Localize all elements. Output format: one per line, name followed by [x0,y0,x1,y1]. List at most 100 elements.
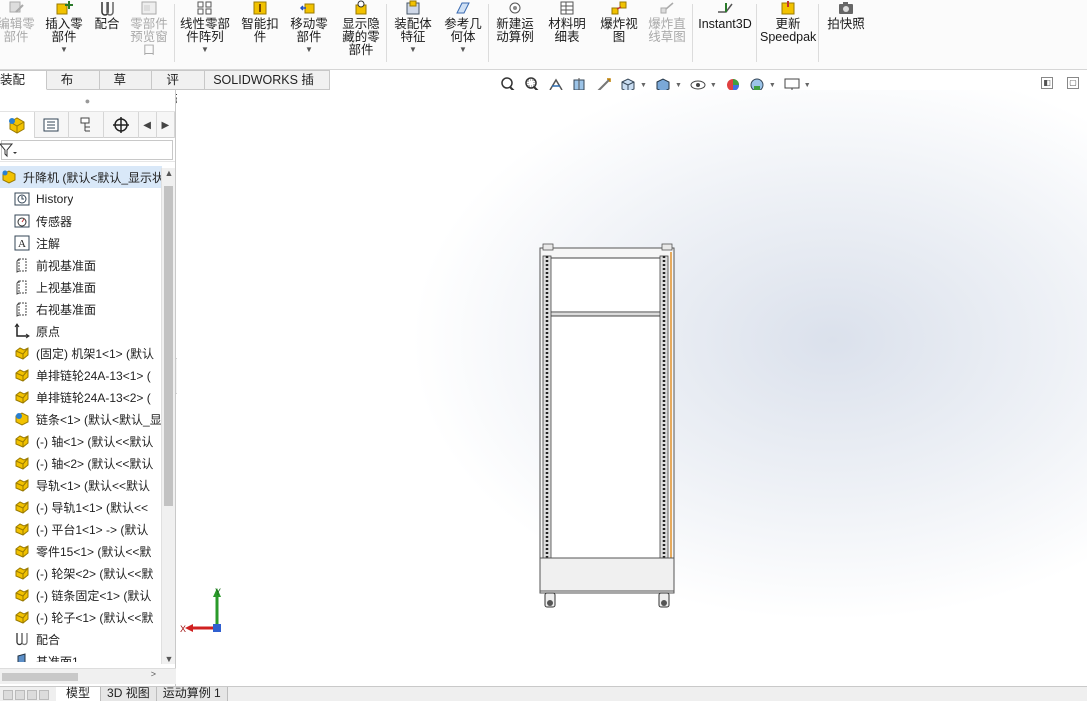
tree-item[interactable]: 导轨<1> (默认<<默认 [0,474,162,496]
panel-grip[interactable]: ● [0,90,175,112]
chevron-down-icon[interactable]: ▼ [710,82,717,89]
tab-sketch[interactable]: 草图 [99,70,153,105]
tree-item[interactable]: A 注解 [0,232,162,254]
chevron-down-icon[interactable]: ▼ [390,46,436,54]
chevron-down-icon[interactable]: ▼ [640,82,647,89]
new-motion-study-button[interactable]: 新建运 动算例 [492,0,538,66]
tree-horizontal-scrollbar[interactable]: > [0,668,176,684]
chevron-right-icon[interactable]: > [151,669,156,679]
tree-item[interactable]: (-) 轴<2> (默认<<默认 [0,452,162,474]
tree-item[interactable]: (固定) 机架1<1> (默认 [0,342,162,364]
tab-layout[interactable]: 布局 [46,70,100,105]
tree-item[interactable]: (-) 轮子<1> (默认<<默 [0,606,162,628]
tree-item-label: 单排链轮24A-13<2> ( [36,390,151,405]
ribbon-separator [818,4,819,62]
tab-feature-manager[interactable] [0,112,35,138]
tree-item[interactable]: History [0,188,162,210]
first-tab-icon[interactable] [3,689,13,700]
tree-item[interactable]: 前视基准面 [0,254,162,276]
edit-component-button[interactable]: 编辑零 部件 [0,0,38,66]
tree-item-label: 原点 [36,324,61,339]
tab-scroll-left[interactable]: ◀ [139,112,157,138]
tree-filter-input[interactable] [0,139,173,160]
scrollbar-thumb[interactable] [2,673,78,681]
tree-item[interactable]: (-) 轮架<2> (默认<<默 [0,562,162,584]
prev-tab-icon[interactable] [15,689,25,700]
tab-evaluate[interactable]: 评估 [152,70,206,105]
bom-icon [560,1,574,15]
instant3d-button[interactable]: Instant3D [696,0,754,66]
next-tab-icon[interactable] [27,689,37,700]
graphics-viewport[interactable]: Y X [177,90,1087,686]
ribbon-separator [488,4,489,62]
tree-item[interactable]: 上视基准面 [0,276,162,298]
tab-scroll-right[interactable]: ▶ [157,112,176,138]
chevron-down-icon[interactable]: ▼ [286,46,332,54]
chevron-down-icon[interactable]: ▼ [42,46,86,54]
motion-study-icon [509,2,521,14]
configuration-manager-icon [80,117,91,132]
tree-item[interactable]: (-) 平台1<1> -> (默认 [0,518,162,540]
property-manager-icon [43,118,59,132]
chevron-down-icon[interactable]: ▼ [176,46,234,54]
smart-fasteners-button[interactable]: 智能扣 件 [238,0,282,66]
tab-motion-study-1[interactable]: 运动算例 1 [156,687,228,701]
exploded-view-icon [611,1,627,15]
tree-item[interactable]: 原点 [0,320,162,342]
linear-pattern-icon [197,1,212,15]
tree-root-assembly[interactable]: 升降机 (默认<默认_显示状 [0,166,162,188]
lift-frame-model [539,243,675,608]
move-component-icon [300,3,315,14]
tree-item[interactable]: 单排链轮24A-13<2> ( [0,386,162,408]
insert-components-button[interactable]: 插入零 部件 ▼ [42,0,86,66]
bill-of-materials-button[interactable]: 材料明 细表 [544,0,590,66]
chevron-down-icon[interactable]: ▼ [162,654,176,664]
tab-assembly[interactable]: 装配体 [0,70,47,105]
tab-3d-views[interactable]: 3D 视图 [101,687,157,701]
linear-component-pattern-button[interactable]: 线性零部 件阵列 ▼ [176,0,234,66]
ribbon-separator [756,4,757,62]
move-component-button[interactable]: 移动零 部件 ▼ [286,0,332,66]
tree-item[interactable]: (-) 链条固定<1> (默认 [0,584,162,606]
tree-item[interactable]: (-) 轴<1> (默认<<默认 [0,430,162,452]
tree-item[interactable]: 基准面1 [0,650,162,662]
tree-item[interactable]: 传感器 [0,210,162,232]
scrollbar-thumb[interactable] [164,186,173,506]
part-icon [13,520,31,538]
chevron-down-icon[interactable]: ▼ [769,82,776,89]
take-snapshot-button[interactable]: 拍快照 [822,0,870,66]
chevron-down-icon[interactable]: ▼ [804,82,811,89]
tree-item-label: 注解 [36,236,61,251]
tree-item[interactable]: (-) 导轨1<1> (默认<< [0,496,162,518]
chevron-down-icon[interactable]: ▼ [440,46,486,54]
mate-button[interactable]: 配合 [90,0,124,66]
chevron-down-icon[interactable]: ▼ [675,82,682,89]
tree-item[interactable]: 单排链轮24A-13<1> ( [0,364,162,386]
tab-configuration-manager[interactable] [69,112,104,138]
tree-item[interactable]: 右视基准面 [0,298,162,320]
update-speedpak-button[interactable]: 更新 Speedpak [760,0,816,66]
ribbon-separator [174,4,175,62]
tree-item-label: (-) 链条固定<1> (默认 [36,588,152,603]
tree-item[interactable]: 零件15<1> (默认<<默 [0,540,162,562]
tab-model[interactable]: 模型 [56,687,102,701]
explode-line-sketch-button[interactable]: 爆炸直 线草图 [644,0,690,66]
tree-vertical-scrollbar[interactable]: ▲ ▼ [161,168,175,664]
show-hidden-components-button[interactable]: 显示隐 藏的零 部件 [338,0,384,66]
reference-geometry-button[interactable]: 参考几 何体 ▼ [440,0,486,66]
tab-solidworks-addins[interactable]: SOLIDWORKS 插件 [205,70,331,105]
maximize-panel-icon[interactable]: ▢ [1067,77,1079,89]
ribbon-separator [386,4,387,62]
tree-item[interactable]: 链条<1> (默认<默认_显 [0,408,162,430]
tree-item[interactable]: 配合 [0,628,162,650]
chevron-up-icon[interactable]: ▲ [162,168,176,178]
restore-panel-icon[interactable]: ◧ [1041,77,1053,89]
tab-property-manager[interactable] [35,112,70,138]
tree-item-label: 导轨<1> (默认<<默认 [36,478,151,493]
component-preview-window-button[interactable]: 零部件 预览窗 口 [126,0,172,66]
tab-dimxpert-manager[interactable] [104,112,139,138]
last-tab-icon[interactable] [39,689,49,700]
viewport-window-controls: ◧ ▢ [1041,77,1079,89]
exploded-view-button[interactable]: 爆炸视 图 [596,0,642,66]
assembly-features-button[interactable]: 装配体 特征 ▼ [390,0,436,66]
